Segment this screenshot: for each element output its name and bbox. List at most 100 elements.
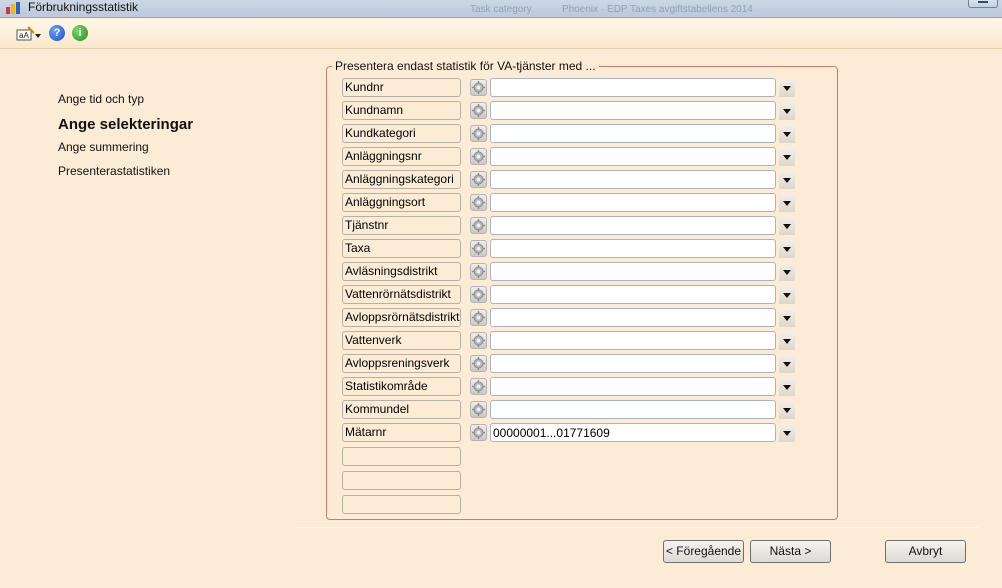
- filter-row: Avloppsreningsverk: [342, 354, 802, 374]
- settings-gear-icon[interactable]: [470, 79, 487, 96]
- filter-label: Kundnamn: [342, 101, 461, 120]
- filter-row: Tjänstnr: [342, 216, 802, 236]
- settings-gear-icon[interactable]: [470, 401, 487, 418]
- chevron-down-icon[interactable]: [779, 102, 795, 120]
- font-settings-icon[interactable]: aA: [16, 25, 42, 43]
- chevron-down-icon[interactable]: [779, 171, 795, 189]
- title-bar: Förbrukningsstatistik Task category Phoe…: [0, 0, 1002, 18]
- filter-label: Kundkategori: [342, 124, 461, 143]
- filter-row: Vattenrörnätsdistrikt: [342, 285, 802, 305]
- filter-row: Statistikområde: [342, 377, 802, 397]
- filter-label: Taxa: [342, 239, 461, 258]
- filter-row: Avloppsrörnätsdistrikt: [342, 308, 802, 328]
- settings-gear-icon[interactable]: [470, 194, 487, 211]
- settings-gear-icon[interactable]: [470, 355, 487, 372]
- settings-gear-icon[interactable]: [470, 378, 487, 395]
- settings-gear-icon[interactable]: [470, 286, 487, 303]
- background-window-text: Task category: [470, 4, 532, 15]
- settings-gear-icon[interactable]: [470, 309, 487, 326]
- filter-row: Anläggningsnr: [342, 147, 802, 167]
- filter-value-input[interactable]: [490, 423, 776, 442]
- empty-filter-slot: [342, 471, 461, 490]
- settings-gear-icon[interactable]: [470, 148, 487, 165]
- chevron-down-icon[interactable]: [779, 332, 795, 350]
- settings-gear-icon[interactable]: [470, 171, 487, 188]
- filter-label: Anläggningskategori: [342, 170, 461, 189]
- filter-row: Anläggningskategori: [342, 170, 802, 190]
- toolbar: aA ? i: [0, 19, 1002, 49]
- chevron-down-icon[interactable]: [779, 309, 795, 327]
- filter-value-input[interactable]: [490, 262, 776, 281]
- filter-value-input[interactable]: [490, 354, 776, 373]
- svg-text:aA: aA: [19, 31, 29, 40]
- chevron-down-icon[interactable]: [779, 217, 795, 235]
- chevron-down-icon[interactable]: [779, 263, 795, 281]
- filter-label: Avläsningsdistrikt: [342, 262, 461, 281]
- chevron-down-icon[interactable]: [779, 148, 795, 166]
- settings-gear-icon[interactable]: [470, 424, 487, 441]
- filter-label: Vattenverk: [342, 331, 461, 350]
- next-button[interactable]: Nästa >: [750, 540, 831, 563]
- filter-label: Statistikområde: [342, 377, 461, 396]
- filter-row: Kundnamn: [342, 101, 802, 121]
- groupbox-legend: Presentera endast statistik för VA-tjäns…: [332, 59, 599, 73]
- empty-filter-slot: [342, 447, 461, 466]
- filter-value-input[interactable]: [490, 239, 776, 258]
- chevron-down-icon[interactable]: [779, 424, 795, 442]
- background-window-text: Phoenix · EDP Taxes avgiftstabellens 201…: [562, 4, 753, 15]
- settings-gear-icon[interactable]: [470, 102, 487, 119]
- settings-gear-icon[interactable]: [470, 125, 487, 142]
- step-ange-tid-och-typ[interactable]: Ange tid och typ: [58, 92, 144, 106]
- filter-value-input[interactable]: [490, 193, 776, 212]
- filter-value-input[interactable]: [490, 170, 776, 189]
- filter-value-input[interactable]: [490, 308, 776, 327]
- cancel-button[interactable]: Avbryt: [885, 540, 966, 563]
- chevron-down-icon[interactable]: [779, 79, 795, 97]
- filter-row: Kundnr: [342, 78, 802, 98]
- filter-label: Vattenrörnätsdistrikt: [342, 285, 461, 304]
- chevron-down-icon[interactable]: [779, 378, 795, 396]
- filter-label: Anläggningsort: [342, 193, 461, 212]
- filter-value-input[interactable]: [490, 216, 776, 235]
- filter-label: Avloppsrörnätsdistrikt: [342, 308, 461, 327]
- filter-value-input[interactable]: [490, 331, 776, 350]
- help-icon[interactable]: ?: [49, 25, 65, 41]
- filter-value-input[interactable]: [490, 124, 776, 143]
- filter-value-input[interactable]: [490, 78, 776, 97]
- chevron-down-icon[interactable]: [779, 401, 795, 419]
- filter-row: Vattenverk: [342, 331, 802, 351]
- chevron-down-icon[interactable]: [779, 125, 795, 143]
- filter-label: Kundnr: [342, 78, 461, 97]
- settings-gear-icon[interactable]: [470, 263, 487, 280]
- filter-value-input[interactable]: [490, 400, 776, 419]
- settings-gear-icon[interactable]: [470, 240, 487, 257]
- chevron-down-icon[interactable]: [779, 355, 795, 373]
- filter-row: Anläggningsort: [342, 193, 802, 213]
- chevron-down-icon[interactable]: [779, 286, 795, 304]
- filter-label: Mätarnr: [342, 423, 461, 442]
- app-icon: [6, 2, 20, 14]
- step-ange-summering[interactable]: Ange summering: [58, 140, 149, 154]
- filter-value-input[interactable]: [490, 101, 776, 120]
- minimize-button[interactable]: [968, 0, 998, 8]
- filter-row: Kundkategori: [342, 124, 802, 144]
- empty-filter-slot: [342, 495, 461, 514]
- chevron-down-icon[interactable]: [779, 240, 795, 258]
- window-title: Förbrukningsstatistik: [28, 0, 139, 14]
- chevron-down-icon[interactable]: [779, 194, 795, 212]
- filter-value-input[interactable]: [490, 147, 776, 166]
- filter-label: Kommundel: [342, 400, 461, 419]
- step-ange-selekteringar[interactable]: Ange selekteringar: [58, 116, 193, 133]
- settings-gear-icon[interactable]: [470, 332, 487, 349]
- filter-value-input[interactable]: [490, 377, 776, 396]
- info-icon[interactable]: i: [72, 25, 88, 41]
- separator: [296, 527, 978, 528]
- filter-value-input[interactable]: [490, 285, 776, 304]
- previous-button[interactable]: < Föregående: [663, 540, 744, 563]
- step-presentera-statistiken[interactable]: Presenterastatistiken: [58, 164, 170, 178]
- filter-label: Avloppsreningsverk: [342, 354, 461, 373]
- filter-row: Mätarnr: [342, 423, 802, 443]
- settings-gear-icon[interactable]: [470, 217, 487, 234]
- filter-label: Anläggningsnr: [342, 147, 461, 166]
- filter-row: Avläsningsdistrikt: [342, 262, 802, 282]
